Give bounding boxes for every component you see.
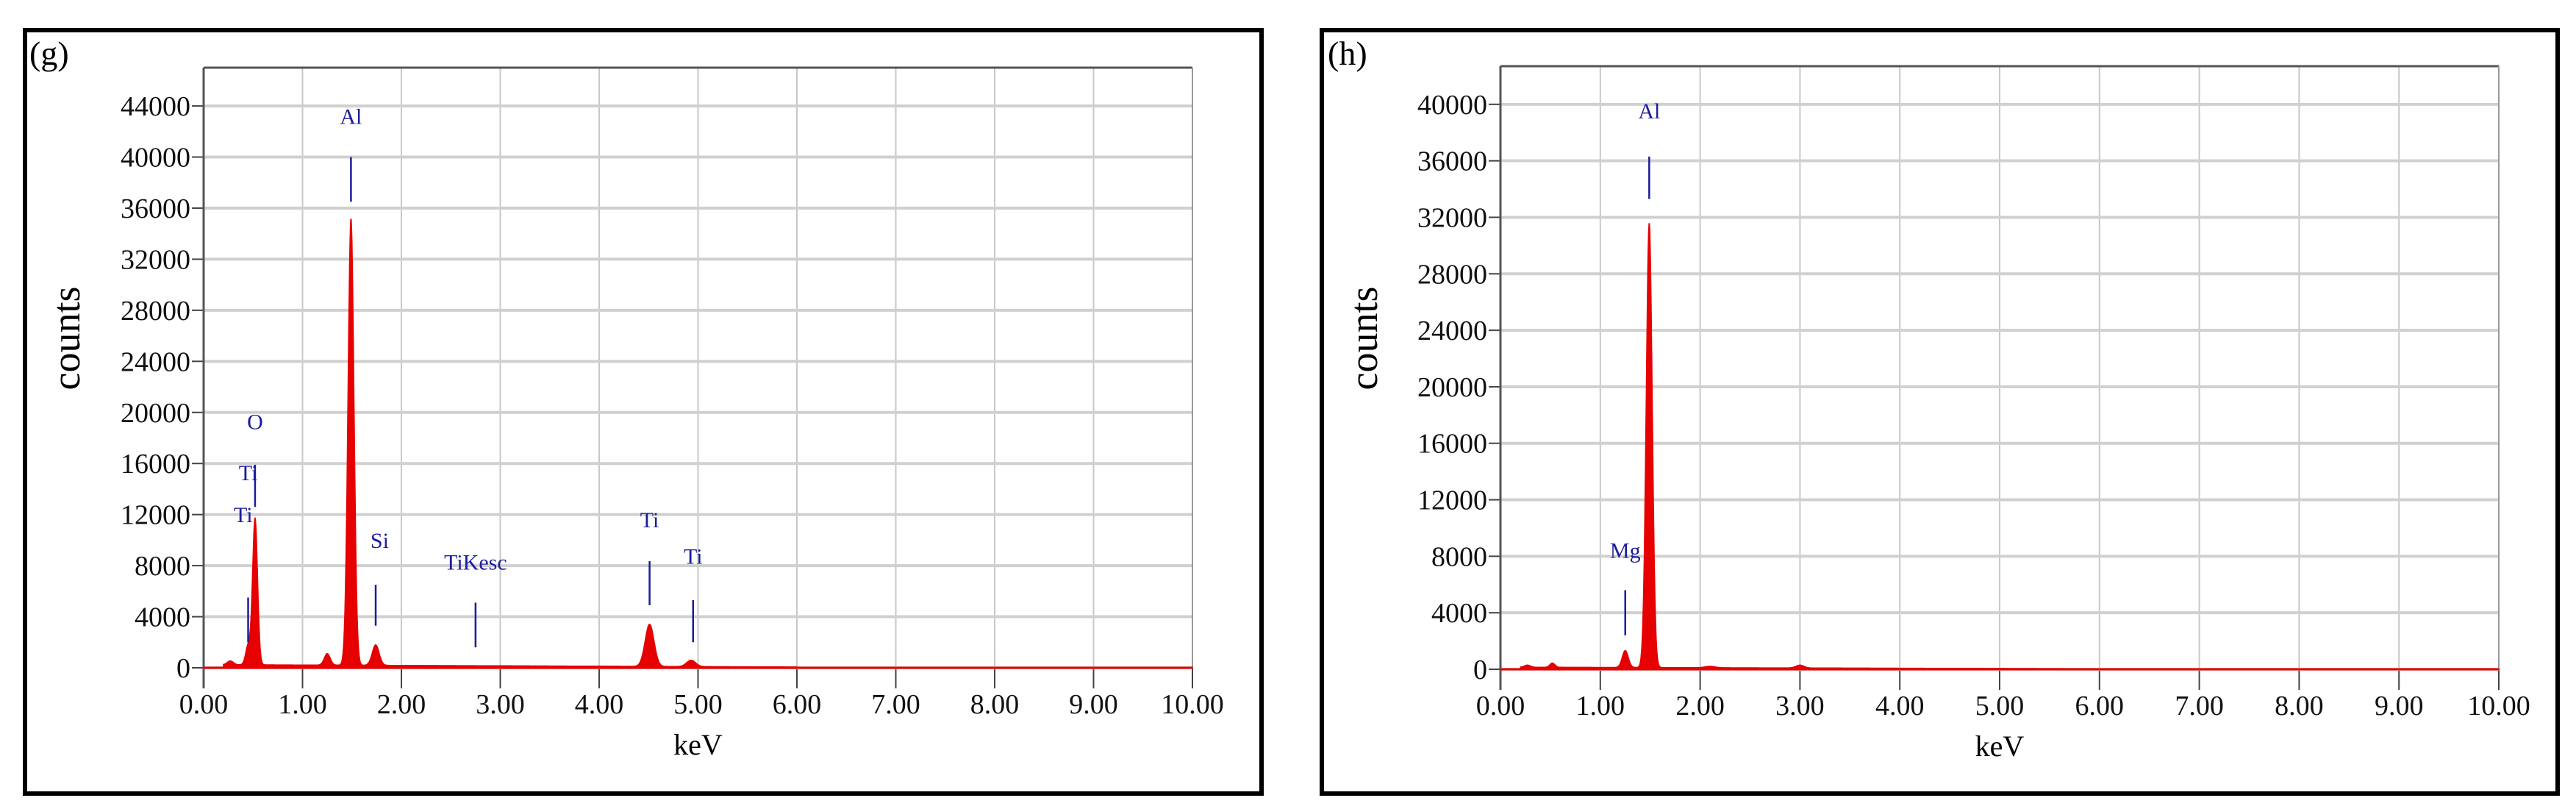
y-tick-label: 36000	[121, 193, 190, 224]
x-tick-label: 2.00	[1675, 691, 1725, 721]
x-axis-label: keV	[673, 728, 723, 761]
peak-label: Ti	[239, 461, 258, 485]
peak-label: Si	[371, 529, 389, 553]
x-tick-label: 8.00	[970, 689, 1020, 720]
y-tick-label: 32000	[1417, 202, 1487, 233]
x-tick-label: 4.00	[1875, 691, 1925, 721]
y-tick-label: 4000	[135, 602, 190, 633]
y-tick-label: 0	[176, 653, 190, 684]
y-tick-label: 0	[1473, 655, 1487, 685]
x-tick-label: 5.00	[673, 689, 723, 720]
y-tick-label: 36000	[1417, 146, 1487, 177]
x-tick-label: 4.00	[575, 689, 624, 720]
panel-border	[1320, 28, 2560, 796]
peak-label: Ti	[640, 508, 659, 532]
x-tick-label: 9.00	[2375, 691, 2424, 721]
peak-label: Al	[340, 104, 362, 129]
y-tick-label: 16000	[1417, 429, 1487, 460]
x-tick-label: 0.00	[1476, 691, 1525, 721]
y-tick-label: 24000	[121, 346, 190, 377]
peak-label: TiKesc	[444, 550, 507, 574]
y-tick-label: 28000	[1417, 259, 1487, 290]
x-tick-label: 9.00	[1069, 689, 1118, 720]
y-tick-label: 4000	[1431, 598, 1487, 629]
x-axis-label: keV	[1975, 730, 2025, 763]
x-tick-label: 1.00	[1576, 691, 1625, 721]
chart-panel-g: (g) 0.00 1.00 2.00 3.00 4.00 5.00 6.00 7.00 8.00 9…	[23, 28, 1264, 796]
y-tick-label: 40000	[1417, 90, 1487, 121]
x-tick-label: 3.00	[476, 689, 525, 720]
x-tick-label: 7.00	[2175, 691, 2224, 721]
y-tick-label: 12000	[121, 500, 190, 531]
y-tick-label: 8000	[1431, 541, 1487, 572]
y-tick-label: 8000	[135, 551, 190, 582]
peak-label: O	[247, 410, 263, 434]
eds-figure: (g) 0.00 1.00 2.00 3.00 4.00 5.00 6.00 7.00 8.00 9…	[23, 28, 2560, 796]
x-tick-label: 8.00	[2275, 691, 2324, 721]
y-tick-label: 20000	[121, 398, 190, 429]
x-tick-label: 10.00	[2467, 691, 2530, 721]
y-tick-label: 28000	[121, 296, 190, 327]
peak-label: Mg	[1610, 538, 1641, 563]
x-tick-label: 5.00	[1975, 691, 2025, 721]
x-tick-label: 1.00	[278, 689, 327, 720]
x-tick-label: 6.00	[773, 689, 822, 720]
chart-panel-h: (h) 0.00 1.00 2.00 3.00 4.00 5.00 6.00 7.00 8.00 9…	[1320, 28, 2560, 796]
y-tick-label: 40000	[121, 143, 190, 174]
y-tick-label: 24000	[1417, 316, 1487, 346]
y-tick-label: 12000	[1417, 485, 1487, 516]
peak-label: Al	[1638, 99, 1660, 124]
panel-label: (g)	[29, 35, 69, 72]
panel-label: (h)	[1328, 35, 1367, 72]
y-tick-label: 32000	[121, 244, 190, 275]
y-tick-label: 16000	[121, 449, 190, 480]
x-tick-label: 6.00	[2075, 691, 2125, 721]
x-tick-label: 10.00	[1161, 689, 1224, 720]
y-axis-label: counts	[44, 287, 88, 391]
y-axis-label: counts	[1342, 287, 1386, 391]
x-tick-label: 3.00	[1775, 691, 1825, 721]
x-tick-label: 7.00	[871, 689, 920, 720]
x-tick-label: 0.00	[179, 689, 229, 720]
y-tick-label: 44000	[121, 91, 190, 122]
peak-label: Ti	[234, 503, 253, 527]
peak-label: Ti	[684, 545, 703, 569]
y-tick-label: 20000	[1417, 372, 1487, 403]
x-tick-label: 2.00	[377, 689, 426, 720]
